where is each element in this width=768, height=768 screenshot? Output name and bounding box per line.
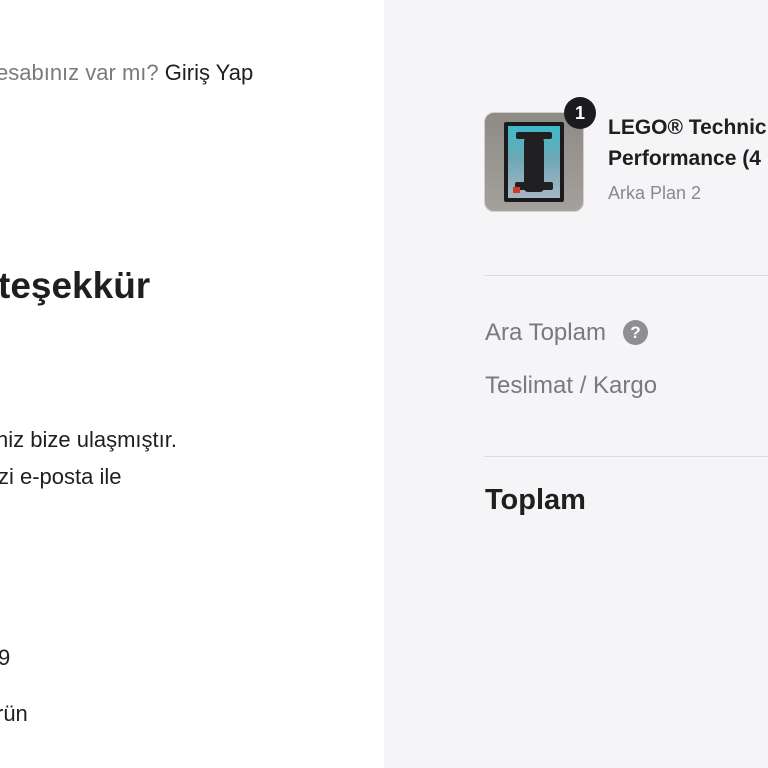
subtotal-label: Ara Toplam <box>485 319 606 346</box>
divider <box>484 456 768 457</box>
login-question: esabınız var mı? <box>0 60 165 85</box>
quantity-badge: 1 <box>564 97 596 129</box>
confirmation-message-line1: niz bize ulaşmıştır. <box>0 427 177 452</box>
product-name-line1: LEGO® Technic <box>608 116 767 139</box>
product-name-line2: Performance (4 <box>608 147 761 170</box>
product-variant: Arka Plan 2 <box>608 183 702 203</box>
poster-frame-image <box>504 122 564 202</box>
checkout-main-panel: esabınız var mı? Giriş Yap teşekkür niz … <box>0 0 384 768</box>
order-summary-panel: 1 LEGO® Technic Performance (4 Arka Plan… <box>384 0 768 768</box>
total-label: Toplam <box>485 484 586 516</box>
shipping-label: Teslimat / Kargo <box>485 372 658 399</box>
confirmation-message-line2: zi e-posta ile <box>0 464 122 489</box>
order-detail-value: 9 <box>0 645 11 670</box>
order-detail-value-2: rün <box>0 701 28 726</box>
poster-artwork <box>508 126 560 198</box>
divider <box>484 275 768 276</box>
question-icon[interactable]: ? <box>623 320 648 345</box>
product-thumbnail <box>484 112 584 212</box>
login-link[interactable]: Giriş Yap <box>165 60 253 85</box>
car-rear-wing <box>515 182 553 190</box>
thank-you-heading: teşekkür <box>0 265 151 306</box>
lego-logo-mark <box>513 187 520 193</box>
login-prompt: esabınız var mı? Giriş Yap <box>0 60 253 86</box>
